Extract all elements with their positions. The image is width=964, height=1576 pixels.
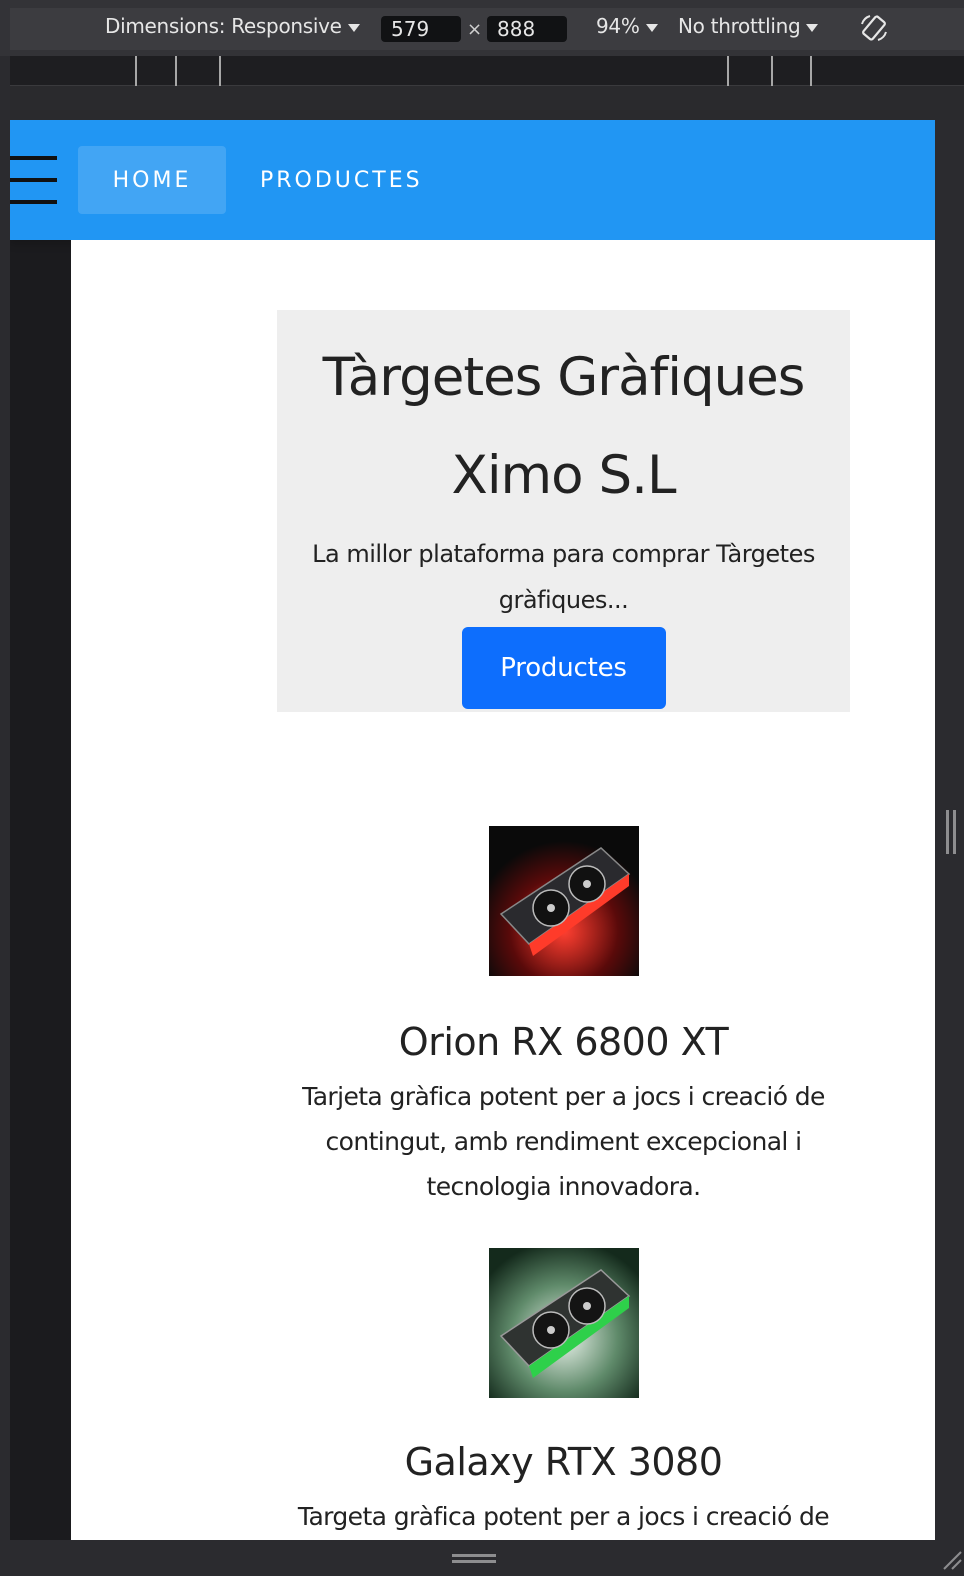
ruler-tick[interactable] [175, 56, 177, 86]
product-name: Galaxy RTX 3080 [404, 1440, 723, 1484]
width-input[interactable]: 579 [381, 16, 461, 42]
hamburger-menu-icon[interactable] [10, 156, 57, 204]
resize-corner-icon[interactable] [940, 1548, 962, 1570]
gpu-red-image[interactable] [488, 826, 639, 976]
viewport-resize-handle-bottom[interactable] [452, 1554, 496, 1564]
height-input[interactable]: 888 [487, 16, 567, 42]
product-name: Orion RX 6800 XT [398, 1020, 729, 1064]
dimensions-label: Dimensions: Responsive [105, 14, 342, 38]
devtools-toolbar: Dimensions: Responsive 579 × 888 94% No … [0, 0, 964, 56]
ruler-tick[interactable] [727, 56, 729, 86]
ruler-tick[interactable] [771, 56, 773, 86]
dimensions-dropdown[interactable]: Dimensions: Responsive [105, 14, 360, 38]
throttling-dropdown[interactable]: No throttling [678, 14, 819, 38]
media-query-ruler [10, 56, 964, 86]
chevron-down-icon [645, 23, 658, 32]
hero-jumbotron: Tàrgetes Gràfiques Ximo S.L La millor pl… [277, 310, 850, 712]
throttling-label: No throttling [678, 14, 801, 38]
ruler-tick[interactable] [810, 56, 812, 86]
devtools-gap [10, 86, 964, 120]
product-description: Targeta gràfica potent per a jocs i crea… [297, 1502, 830, 1531]
ruler-tick[interactable] [135, 56, 137, 86]
nav-products-link[interactable]: PRODUCTES [260, 146, 423, 214]
ruler-tick[interactable] [219, 56, 221, 86]
product-card: Galaxy RTX 3080 Targeta gràfica potent p… [277, 1248, 850, 1539]
products-button[interactable]: Productes [461, 627, 666, 709]
emulated-viewport: HOME PRODUCTES Tàrgetes Gràfiques Ximo S… [10, 120, 935, 1540]
rotate-device-icon[interactable] [858, 12, 890, 44]
zoom-label: 94% [596, 14, 640, 38]
times-sign: × [467, 19, 483, 40]
chevron-down-icon [806, 23, 819, 32]
product-card: Orion RX 6800 XT Tarjeta gràfica potent … [277, 826, 850, 1209]
gpu-green-image[interactable] [488, 1248, 639, 1398]
product-description: Tarjeta gràfica potent per a jocs i crea… [302, 1082, 825, 1201]
page-title: Tàrgetes Gràfiques Ximo S.L [322, 347, 806, 506]
zoom-dropdown[interactable]: 94% [596, 14, 658, 38]
viewport-resize-handle-right[interactable] [946, 810, 958, 854]
nav-home-link[interactable]: HOME [78, 146, 226, 214]
page-content: Tàrgetes Gràfiques Ximo S.L La millor pl… [71, 240, 935, 1540]
hero-subtitle: La millor plataforma para comprar Tàrget… [312, 540, 815, 614]
devtools-bottom-bar [0, 1540, 964, 1576]
navbar: HOME PRODUCTES [10, 120, 935, 240]
chevron-down-icon [347, 23, 360, 32]
